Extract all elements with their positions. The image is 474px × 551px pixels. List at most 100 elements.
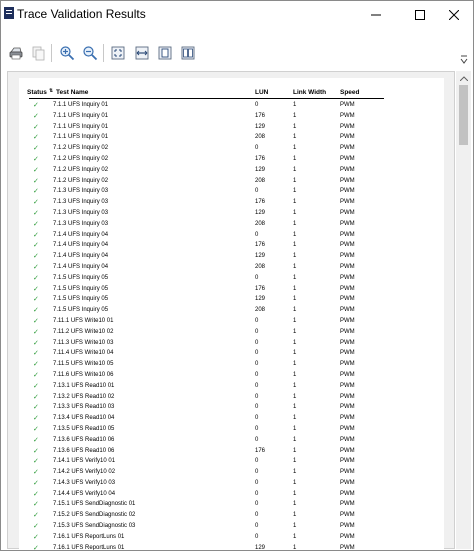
zoom-out-icon	[83, 46, 98, 61]
status-check-icon: ✓	[33, 458, 39, 466]
test-name-cell: 7.11.3 UFS Write10 03	[53, 339, 114, 346]
test-name-cell: 7.1.4 UFS Inquiry 04	[53, 253, 109, 260]
table-row: ✓ 7.1.4 UFS Inquiry 04 129 1 PWM	[19, 252, 444, 263]
print-button[interactable]	[6, 43, 26, 63]
report-viewer[interactable]: Status ⇅ Test Name LUN Link Width Speed …	[7, 71, 455, 550]
speed-cell: PWM	[340, 317, 355, 324]
lun-cell: 0	[255, 501, 259, 508]
status-check-icon: ✓	[33, 242, 39, 250]
speed-cell: PWM	[340, 533, 355, 540]
speed-cell: PWM	[340, 220, 355, 227]
zoom-in-button[interactable]	[57, 43, 77, 63]
speed-cell: PWM	[340, 361, 355, 368]
speed-cell: PWM	[340, 123, 355, 130]
table-row: ✓ 7.1.2 UFS Inquiry 02 0 1 PWM	[19, 144, 444, 155]
link-width-cell: 1	[293, 123, 297, 130]
one-page-button[interactable]	[155, 43, 175, 63]
test-name-cell: 7.1.3 UFS Inquiry 03	[53, 188, 109, 195]
header-lun: LUN	[255, 89, 269, 96]
lun-cell: 0	[255, 436, 259, 443]
lun-cell: 0	[255, 523, 259, 530]
speed-cell: PWM	[340, 296, 355, 303]
status-check-icon: ✓	[33, 209, 39, 217]
status-check-icon: ✓	[33, 134, 39, 142]
link-width-cell: 1	[293, 220, 297, 227]
link-width-cell: 1	[293, 458, 297, 465]
speed-cell: PWM	[340, 469, 355, 476]
lun-cell: 129	[255, 123, 266, 130]
status-check-icon: ✓	[33, 285, 39, 293]
lun-cell: 0	[255, 339, 259, 346]
header-status: Status	[27, 89, 47, 96]
test-name-cell: 7.1.4 UFS Inquiry 04	[53, 242, 109, 249]
table-row: ✓ 7.1.3 UFS Inquiry 03 208 1 PWM	[19, 220, 444, 231]
table-row: ✓ 7.13.4 UFS Read10 04 0 1 PWM	[19, 414, 444, 425]
table-row: ✓ 7.1.1 UFS Inquiry 01 176 1 PWM	[19, 112, 444, 123]
status-check-icon: ✓	[33, 544, 39, 550]
lun-cell: 0	[255, 479, 259, 486]
window-title: Trace Validation Results	[17, 7, 146, 21]
status-check-icon: ✓	[33, 177, 39, 185]
status-check-icon: ✓	[33, 436, 39, 444]
copy-button[interactable]	[28, 43, 48, 63]
link-width-cell: 1	[293, 199, 297, 206]
test-name-cell: 7.15.3 UFS SendDiagnostic 03	[53, 523, 136, 530]
minimize-icon	[371, 14, 381, 16]
speed-cell: PWM	[340, 501, 355, 508]
minimize-button[interactable]	[357, 1, 395, 29]
link-width-cell: 1	[293, 296, 297, 303]
speed-cell: PWM	[340, 209, 355, 216]
fit-width-button[interactable]	[132, 43, 152, 63]
status-check-icon: ✓	[33, 533, 39, 541]
link-width-cell: 1	[293, 350, 297, 357]
table-row: ✓ 7.1.3 UFS Inquiry 03 129 1 PWM	[19, 209, 444, 220]
lun-cell: 0	[255, 393, 259, 400]
link-width-cell: 1	[293, 231, 297, 238]
test-name-cell: 7.13.6 UFS Read10 06	[53, 447, 115, 454]
table-row: ✓ 7.1.5 UFS Inquiry 05 129 1 PWM	[19, 295, 444, 306]
speed-cell: PWM	[340, 166, 355, 173]
speed-cell: PWM	[340, 155, 355, 162]
status-check-icon: ✓	[33, 523, 39, 531]
table-row: ✓ 7.11.2 UFS Write10 02 0 1 PWM	[19, 328, 444, 339]
table-row: ✓ 7.1.4 UFS Inquiry 04 176 1 PWM	[19, 241, 444, 252]
chevron-up-icon	[459, 75, 468, 81]
close-button[interactable]	[435, 1, 473, 29]
lun-cell: 176	[255, 112, 266, 119]
speed-cell: PWM	[340, 231, 355, 238]
table-row: ✓ 7.1.3 UFS Inquiry 03 176 1 PWM	[19, 198, 444, 209]
link-width-cell: 1	[293, 317, 297, 324]
lun-cell: 176	[255, 155, 266, 162]
status-check-icon: ✓	[33, 231, 39, 239]
maximize-icon	[415, 10, 425, 20]
speed-cell: PWM	[340, 436, 355, 443]
lun-cell: 0	[255, 469, 259, 476]
status-check-icon: ✓	[33, 145, 39, 153]
scroll-up-button[interactable]	[456, 73, 471, 83]
status-check-icon: ✓	[33, 253, 39, 261]
table-row: ✓ 7.13.3 UFS Read10 03 0 1 PWM	[19, 403, 444, 414]
two-page-button[interactable]	[178, 43, 198, 63]
zoom-out-button[interactable]	[80, 43, 100, 63]
speed-cell: PWM	[340, 199, 355, 206]
test-name-cell: 7.1.3 UFS Inquiry 03	[53, 209, 109, 216]
test-name-cell: 7.1.3 UFS Inquiry 03	[53, 199, 109, 206]
scroll-thumb[interactable]	[459, 85, 468, 145]
vertical-scrollbar[interactable]	[456, 71, 471, 549]
toolbar-overflow-icon[interactable]	[460, 55, 468, 65]
table-row: ✓ 7.13.1 UFS Read10 01 0 1 PWM	[19, 382, 444, 393]
test-name-cell: 7.11.4 UFS Write10 04	[53, 350, 114, 357]
lun-cell: 0	[255, 188, 259, 195]
header-speed: Speed	[340, 89, 360, 96]
lun-cell: 0	[255, 145, 259, 152]
status-check-icon: ✓	[33, 274, 39, 282]
test-name-cell: 7.1.2 UFS Inquiry 02	[53, 155, 109, 162]
table-row: ✓ 7.1.4 UFS Inquiry 04 0 1 PWM	[19, 231, 444, 242]
lun-cell: 0	[255, 231, 259, 238]
speed-cell: PWM	[340, 102, 355, 108]
fit-page-button[interactable]	[108, 43, 128, 63]
link-width-cell: 1	[293, 177, 297, 184]
status-check-icon: ✓	[33, 361, 39, 369]
maximize-button[interactable]	[401, 1, 439, 29]
trace-validation-window: Trace Validation Results Status ⇅ Test N…	[0, 0, 474, 551]
